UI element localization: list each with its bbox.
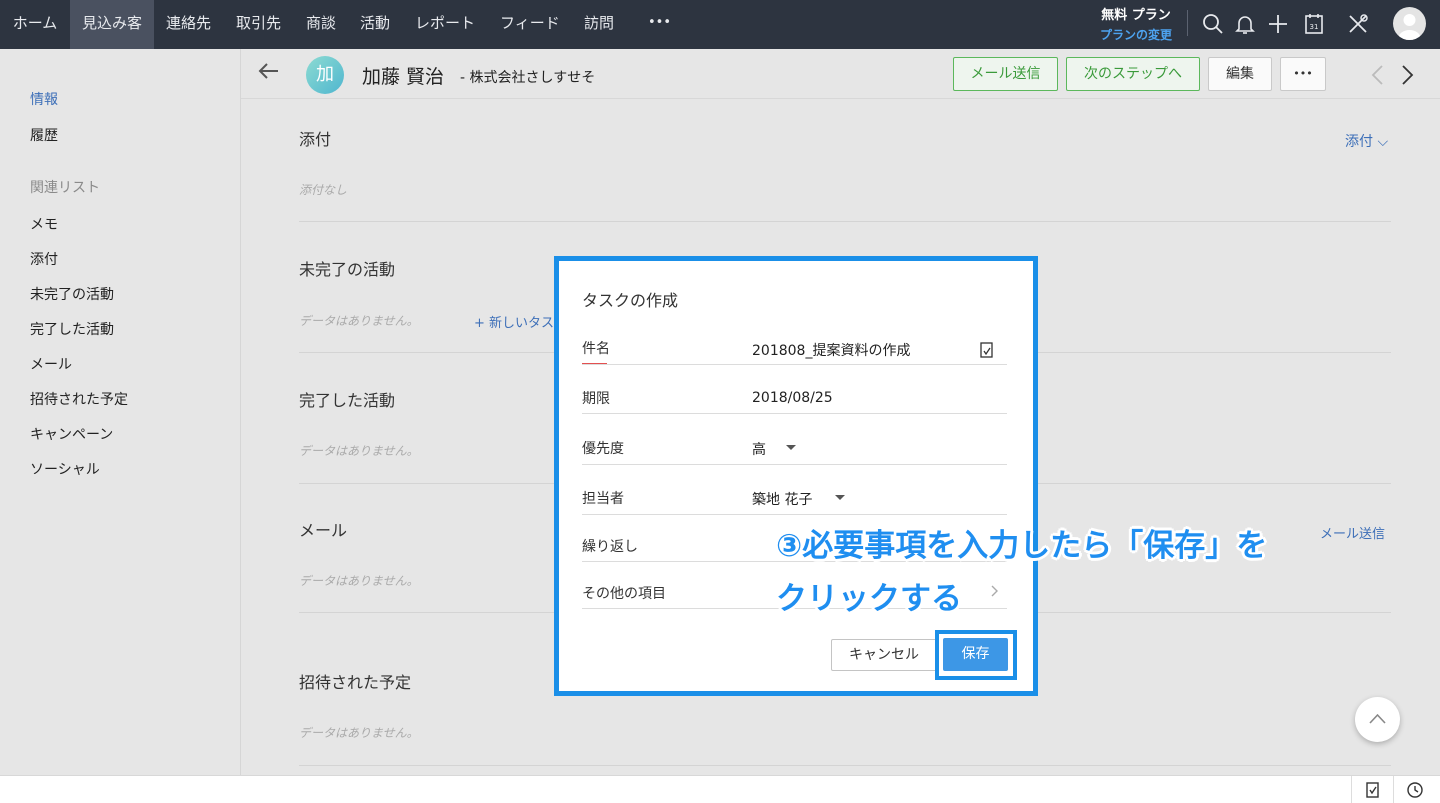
plan-change-link[interactable]: プランの変更 [1090, 26, 1182, 43]
invited-empty-text: データはありません。 [299, 726, 419, 740]
note-icon [1366, 782, 1379, 798]
bottom-notes-button[interactable] [1351, 776, 1392, 803]
sidebar-item-closed-activities[interactable]: 完了した活動 [30, 319, 114, 339]
section-open-activities-title: 未完了の活動 [299, 260, 396, 279]
record-avatar: 加 [306, 56, 344, 94]
annotation-line-1: ③必要事項を入力したら「保存」を [776, 528, 1268, 564]
nav-contacts[interactable]: 連絡先 [166, 0, 211, 49]
section-mail-title: メール [299, 521, 348, 540]
next-step-button[interactable]: 次のステップへ [1066, 57, 1200, 91]
owner-dropdown-icon[interactable] [835, 495, 845, 500]
nav-accounts[interactable]: 取引先 [236, 0, 281, 49]
attachments-empty-text: 添付なし [299, 183, 348, 197]
save-button[interactable]: 保存 [943, 638, 1008, 671]
nav-activities[interactable]: 活動 [360, 0, 390, 49]
plus-icon[interactable] [1266, 12, 1290, 36]
priority-dropdown-icon[interactable] [786, 445, 796, 450]
dialog-title: タスクの作成 [582, 291, 679, 310]
calendar-icon[interactable]: 31 [1302, 12, 1326, 36]
due-date-field[interactable]: 2018/08/25 [752, 390, 833, 406]
other-fields-label[interactable]: その他の項目 [582, 583, 666, 603]
nav-home[interactable]: ホーム [0, 0, 70, 49]
bell-icon[interactable] [1233, 12, 1257, 36]
new-task-link[interactable]: + 新しいタス [474, 312, 554, 331]
owner-select[interactable]: 築地 花子 [752, 489, 812, 509]
section-attachments-title: 添付 [299, 130, 332, 149]
chevron-up-icon [1369, 713, 1386, 724]
owner-label: 担当者 [582, 491, 624, 507]
section-divider [299, 765, 1391, 766]
section-invited-title: 招待された予定 [299, 673, 412, 692]
sidebar-related-heading: 関連リスト [30, 180, 100, 196]
scroll-top-button[interactable] [1355, 697, 1400, 742]
repeat-label[interactable]: 繰り返し [582, 536, 638, 556]
bottom-bar [0, 775, 1440, 803]
section-divider [299, 221, 1391, 222]
due-date-label: 期限 [582, 391, 610, 407]
nav-divider [1187, 10, 1188, 36]
record-name: 加藤 賢治 [362, 66, 445, 88]
nav-visits[interactable]: 訪問 [584, 0, 614, 49]
left-sidebar [0, 49, 241, 775]
sidebar-item-mail[interactable]: メール [30, 354, 72, 374]
chevron-right-icon[interactable] [990, 584, 1000, 598]
cancel-button[interactable]: キャンセル [831, 639, 937, 671]
history-clock-icon [1407, 782, 1423, 798]
setup-tools-icon[interactable] [1346, 12, 1370, 36]
sidebar-item-attachments[interactable]: 添付 [30, 249, 58, 269]
next-record-icon[interactable] [1401, 64, 1415, 86]
nav-more-icon[interactable]: ••• [648, 0, 671, 49]
annotation-line-2: クリックする [776, 581, 962, 617]
mail-empty-text: データはありません。 [299, 574, 419, 588]
top-nav: ホーム 見込み客 連絡先 取引先 商談 活動 レポート フィード 訪問 ••• … [0, 0, 1440, 49]
field-divider [582, 364, 1007, 365]
attach-dropdown-link[interactable]: 添付 ⌵ [1345, 131, 1388, 151]
edit-button[interactable]: 編集 [1208, 57, 1272, 91]
field-divider [582, 514, 1007, 515]
nav-deals[interactable]: 商談 [306, 0, 336, 49]
field-divider [582, 413, 1007, 414]
send-mail-button[interactable]: メール送信 [953, 57, 1058, 91]
previous-record-icon[interactable] [1370, 64, 1384, 86]
subject-picker-icon[interactable] [979, 341, 995, 359]
subject-label: 件名 [582, 341, 610, 357]
section-closed-activities-title: 完了した活動 [299, 391, 396, 410]
open-activities-empty-text: データはありません。 [299, 314, 419, 328]
sidebar-item-invited-events[interactable]: 招待された予定 [30, 389, 128, 409]
sidebar-item-campaigns[interactable]: キャンペーン [30, 424, 113, 444]
priority-label: 優先度 [582, 441, 624, 457]
more-actions-button[interactable]: ••• [1280, 57, 1326, 91]
nav-leads[interactable]: 見込み客 [70, 0, 154, 49]
sidebar-item-history[interactable]: 履歴 [30, 125, 58, 145]
sidebar-item-info[interactable]: 情報 [30, 89, 58, 109]
nav-reports[interactable]: レポート [415, 0, 475, 49]
sidebar-item-notes[interactable]: メモ [30, 214, 58, 234]
priority-select[interactable]: 高 [752, 439, 766, 459]
plan-label: 無料 プラン [1101, 8, 1171, 23]
record-company: - 株式会社さしすせそ [460, 70, 596, 86]
mail-send-link[interactable]: メール送信 [1320, 523, 1385, 542]
user-avatar[interactable] [1393, 7, 1426, 40]
subject-field[interactable]: 201808_提案資料の作成 [752, 340, 910, 360]
search-icon[interactable] [1201, 12, 1225, 36]
sidebar-item-social[interactable]: ソーシャル [30, 459, 100, 479]
plan-info: 無料 プラン プランの変更 [1090, 4, 1182, 43]
sidebar-item-open-activities[interactable]: 未完了の活動 [30, 284, 114, 304]
bottom-history-button[interactable] [1393, 776, 1434, 803]
svg-text:31: 31 [1310, 23, 1319, 31]
closed-activities-empty-text: データはありません。 [299, 444, 419, 458]
field-divider [582, 464, 1007, 465]
nav-feeds[interactable]: フィード [500, 0, 560, 49]
back-arrow-icon[interactable] [258, 60, 280, 82]
